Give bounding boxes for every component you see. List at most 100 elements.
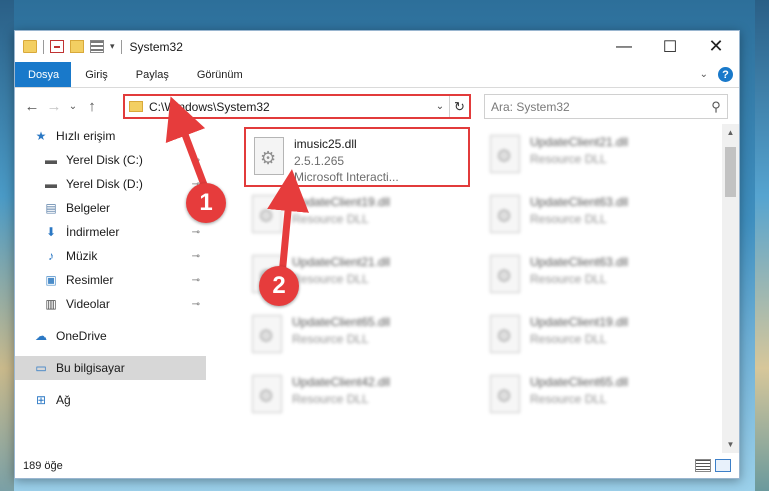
file-item[interactable]: UpdateClient63.dll Resource DLL — [482, 187, 708, 247]
new-folder-icon[interactable] — [70, 40, 84, 53]
minimize-button[interactable]: — — [601, 31, 647, 62]
sidebar-item-label: Bu bilgisayar — [56, 361, 125, 375]
properties-icon[interactable] — [50, 40, 64, 53]
sidebar-item[interactable]: ♪ Müzik ⊸ — [15, 244, 206, 268]
dll-file-icon — [254, 137, 284, 175]
address-path[interactable]: C:\Windows\System32 — [149, 100, 431, 114]
network-icon: ⊞ — [35, 393, 47, 407]
drive-icon: ▬ — [45, 153, 57, 167]
cloud-icon: ☁ — [35, 329, 47, 343]
file-name: UpdateClient19.dll — [530, 315, 629, 329]
file-item[interactable]: UpdateClient42.dll Resource DLL — [244, 367, 470, 427]
file-item[interactable]: imusic25.dll 2.5.1.265 Microsoft Interacti… — [244, 127, 470, 187]
pin-icon[interactable]: ⊸ — [192, 227, 200, 238]
scroll-down-icon[interactable]: ▼ — [722, 436, 739, 453]
dll-file-icon — [490, 315, 520, 353]
star-icon: ★ — [35, 129, 47, 143]
sidebar-item-label: Müzik — [66, 249, 98, 263]
file-item[interactable]: UpdateClient65.dll Resource DLL — [244, 307, 470, 367]
pin-icon[interactable]: ⊸ — [192, 155, 200, 166]
status-bar: 189 öğe — [15, 454, 739, 478]
search-input[interactable]: Ara: System32 — [491, 100, 705, 114]
file-item[interactable]: UpdateClient19.dll Resource DLL — [244, 187, 470, 247]
sidebar-item-label: OneDrive — [56, 329, 107, 343]
forward-button[interactable]: → — [43, 98, 65, 115]
tab-view[interactable]: Görünüm — [183, 62, 257, 87]
window-title: System32 — [129, 39, 183, 54]
window-controls: — ☐ ✕ — [601, 31, 739, 62]
annotation-badge: 2 — [259, 266, 299, 306]
tab-share[interactable]: Paylaş — [122, 62, 183, 87]
file-version: Resource DLL — [530, 332, 607, 346]
file-name: UpdateClient63.dll — [530, 195, 629, 209]
download-icon: ⬇ — [45, 225, 57, 239]
scroll-up-icon[interactable]: ▲ — [722, 124, 739, 141]
file-item[interactable]: UpdateClient19.dll Resource DLL — [482, 307, 708, 367]
tab-home[interactable]: Giriş — [71, 62, 122, 87]
address-dropdown-icon[interactable]: ⌄ — [431, 101, 449, 112]
dll-file-icon — [252, 195, 282, 233]
ribbon-right: ⌄ ? — [700, 67, 733, 82]
file-version: Resource DLL — [530, 392, 607, 406]
sidebar-item[interactable]: ▬ Yerel Disk (D:) ⊸ — [15, 172, 206, 196]
file-version: Resource DLL — [292, 392, 369, 406]
dll-file-icon — [490, 135, 520, 173]
file-item[interactable]: UpdateClient63.dll Resource DLL — [482, 247, 708, 307]
file-description: Microsoft Interacti... — [294, 170, 399, 184]
sidebar-item[interactable]: ▬ Yerel Disk (C:) ⊸ — [15, 148, 206, 172]
recent-locations-button[interactable]: ⌄ — [65, 101, 81, 112]
file-item[interactable]: UpdateClient21.dll Resource DLL — [482, 127, 708, 187]
sidebar-item[interactable]: ▭ Bu bilgisayar — [15, 356, 206, 380]
close-button[interactable]: ✕ — [693, 31, 739, 62]
scroll-thumb[interactable] — [725, 147, 736, 197]
folder-icon — [23, 40, 37, 53]
sidebar-item-label: Resimler — [66, 273, 114, 287]
refresh-button[interactable]: ↻ — [449, 96, 469, 117]
back-button[interactable]: ← — [21, 98, 43, 115]
pictures-icon: ▣ — [45, 273, 57, 287]
customize-dropdown-icon[interactable]: ▾ — [110, 41, 115, 52]
sidebar-item[interactable]: ⊞ Ağ — [15, 388, 206, 412]
pin-icon[interactable]: ⊸ — [192, 275, 200, 286]
file-item[interactable]: UpdateClient65.dll Resource DLL — [482, 367, 708, 427]
sidebar-item[interactable]: ⬇ İndirmeler ⊸ — [15, 220, 206, 244]
maximize-button[interactable]: ☐ — [647, 31, 693, 62]
file-version: Resource DLL — [292, 332, 369, 346]
drive-icon: ▬ — [45, 177, 57, 191]
document-icon: ▤ — [45, 201, 57, 215]
tiles-view-icon[interactable] — [715, 459, 731, 472]
address-bar[interactable]: C:\Windows\System32 ⌄ ↻ — [123, 94, 471, 119]
view-icon[interactable] — [90, 40, 104, 53]
sidebar-item[interactable]: ★ Hızlı erişim — [15, 124, 206, 148]
details-view-icon[interactable] — [695, 459, 711, 472]
dll-file-icon — [490, 195, 520, 233]
pin-icon[interactable]: ⊸ — [192, 251, 200, 262]
file-version: Resource DLL — [530, 152, 607, 166]
file-name: UpdateClient65.dll — [530, 375, 629, 389]
vertical-scrollbar[interactable]: ▲ ▼ — [722, 124, 739, 453]
search-icon[interactable]: ⚲ — [705, 99, 727, 115]
sidebar-item[interactable]: ▥ Videolar ⊸ — [15, 292, 206, 316]
desktop-background-right — [755, 0, 769, 491]
view-buttons — [695, 459, 731, 472]
sidebar-item-label: Belgeler — [66, 201, 111, 215]
file-name: UpdateClient21.dll — [292, 255, 391, 269]
up-button[interactable]: ↑ — [81, 98, 103, 115]
tab-file[interactable]: Dosya — [15, 62, 72, 87]
sidebar-item-label: Hızlı erişim — [56, 129, 116, 143]
pin-icon[interactable]: ⊸ — [192, 299, 200, 310]
file-version: Resource DLL — [292, 272, 369, 286]
sidebar-item[interactable]: ☁ OneDrive — [15, 324, 206, 348]
quick-access-toolbar: ▾ — [15, 39, 122, 54]
file-explorer-window: ▾ System32 — ☐ ✕ Dosya Giriş Paylaş Görü… — [14, 30, 740, 479]
search-box[interactable]: Ara: System32 ⚲ — [484, 94, 728, 119]
expand-ribbon-icon[interactable]: ⌄ — [700, 69, 708, 80]
title-bar: ▾ System32 — ☐ ✕ — [15, 31, 739, 62]
dll-file-icon — [252, 375, 282, 413]
sidebar-item[interactable]: ▣ Resimler ⊸ — [15, 268, 206, 292]
help-icon[interactable]: ? — [718, 67, 733, 82]
sidebar-item[interactable]: ▤Belgeler⊸ — [15, 196, 206, 220]
